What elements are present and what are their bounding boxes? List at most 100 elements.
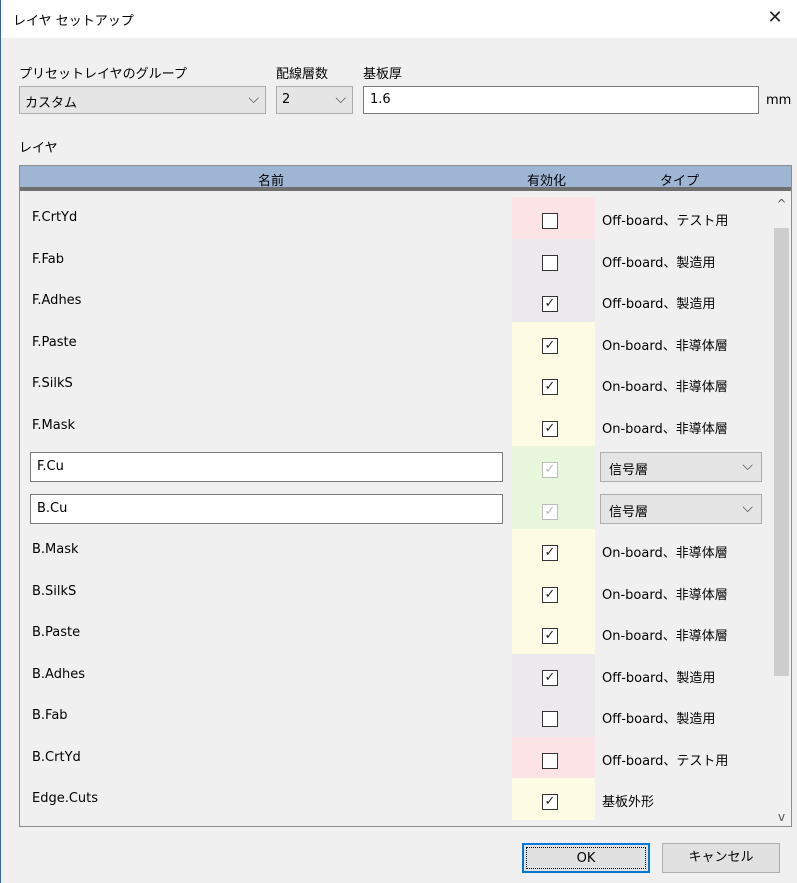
enabled-cell: ✓ <box>512 529 595 571</box>
checkbox-checked[interactable]: ✓ <box>542 379 558 395</box>
table-row[interactable]: F.CrtYd Off-board、テスト用 <box>20 197 770 239</box>
layer-name: B.Mask <box>32 542 79 557</box>
layer-type: Off-board、製造用 <box>602 255 716 271</box>
layer-name: F.Mask <box>32 417 76 433</box>
layer-type: 基板外形 <box>602 795 655 810</box>
check-icon: ✓ <box>544 545 556 560</box>
enabled-cell: ✓ <box>512 280 595 322</box>
check-icon: ✓ <box>544 794 556 809</box>
layer-setup-dialog: レイヤ セットアップ ✕ プリセットレイヤのグループ カスタム ⌵ 配線層数 2… <box>0 0 797 883</box>
layer-name-value: B.Cu <box>37 500 68 516</box>
enabled-cell: ✓ <box>512 570 595 613</box>
scroll-down-icon[interactable]: v <box>772 808 791 826</box>
layer-type: On-board、非導体層 <box>602 380 728 395</box>
chevron-down-icon: ⌵ <box>742 458 753 474</box>
layer-type-select[interactable]: 信号層 ⌵ <box>600 493 762 524</box>
enabled-cell: ✓ <box>512 612 595 654</box>
checkbox-unchecked[interactable] <box>542 752 558 769</box>
enabled-cell: ✓ <box>512 446 595 488</box>
layer-name-input[interactable]: F.Cu <box>30 452 503 482</box>
layer-name: B.CrtYd <box>32 749 81 765</box>
table-row[interactable]: Edge.Cuts ✓ 基板外形 <box>20 778 770 820</box>
table-row[interactable]: F.Fab Off-board、製造用 <box>20 238 770 281</box>
enabled-cell: ✓ <box>512 321 595 364</box>
checkbox-checked[interactable]: ✓ <box>542 794 558 810</box>
check-icon: ✓ <box>544 337 556 353</box>
layer-type: On-board、非導体層 <box>602 546 728 561</box>
layer-type: Off-board、製造用 <box>602 712 716 727</box>
preset-value: カスタム <box>25 96 78 111</box>
scroll-thumb[interactable] <box>774 228 789 676</box>
checkbox-checked[interactable]: ✓ <box>542 586 558 603</box>
window-title: レイヤ セットアップ <box>13 14 134 29</box>
header-type: タイプ <box>660 174 700 189</box>
table-header: 名前 有効化 タイプ <box>20 166 791 191</box>
checkbox-checked: ✓ <box>542 462 558 478</box>
table-row[interactable]: F.Adhes ✓ Off-board、製造用 <box>20 280 770 322</box>
table-row[interactable]: F.Paste ✓ On-board、非導体層 <box>20 321 770 364</box>
table-row[interactable]: B.Paste ✓ On-board、非導体層 <box>20 612 770 654</box>
layer-type-select[interactable]: 信号層 ⌵ <box>600 452 762 482</box>
layer-type: Off-board、テスト用 <box>602 214 729 229</box>
layers-table: 名前 有効化 タイプ F.CrtYd Off-board、テスト用 F.Fab Off… <box>19 165 792 827</box>
chevron-down-icon: ⌵ <box>248 91 259 107</box>
vertical-scrollbar[interactable]: ^ v <box>772 195 791 826</box>
preset-label: プリセットレイヤのグループ <box>19 67 187 82</box>
checkbox-checked[interactable]: ✓ <box>542 669 558 686</box>
preset-select[interactable]: カスタム ⌵ <box>19 86 266 114</box>
scroll-up-icon[interactable]: ^ <box>772 195 791 213</box>
check-icon: ✓ <box>544 420 556 436</box>
layer-type: Off-board、テスト用 <box>602 753 729 769</box>
layer-name: F.Fab <box>32 251 65 267</box>
layer-type-value: 信号層 <box>609 504 649 520</box>
copper-layers-select[interactable]: 2 ⌵ <box>276 86 353 114</box>
check-icon: ✓ <box>544 379 556 394</box>
thickness-unit: mm <box>766 93 792 108</box>
layer-name: B.Paste <box>32 625 81 640</box>
thickness-input[interactable]: 1.6 <box>363 86 759 114</box>
table-row[interactable]: B.Cu ✓ 信号層 ⌵ <box>20 487 770 530</box>
layer-type-value: 信号層 <box>609 463 649 478</box>
thickness-value: 1.6 <box>370 92 391 107</box>
enabled-cell <box>512 238 595 281</box>
checkbox-checked[interactable]: ✓ <box>542 628 558 644</box>
cancel-button[interactable]: キャンセル <box>662 843 780 873</box>
checkbox-unchecked[interactable] <box>542 711 558 727</box>
layer-name: F.Adhes <box>32 293 82 308</box>
table-row[interactable]: F.SilkS ✓ On-board、非導体層 <box>20 363 770 405</box>
layer-name-value: F.Cu <box>37 459 64 474</box>
checkbox-checked[interactable]: ✓ <box>542 545 558 561</box>
table-row[interactable]: B.Fab Off-board、製造用 <box>20 695 770 737</box>
checkbox-checked[interactable]: ✓ <box>542 420 558 437</box>
chevron-down-icon: ⌵ <box>742 499 753 516</box>
table-row[interactable]: B.SilkS ✓ On-board、非導体層 <box>20 570 770 613</box>
layer-name: B.SilkS <box>32 583 77 599</box>
check-icon: ✓ <box>544 503 556 519</box>
checkbox-unchecked[interactable] <box>542 254 558 271</box>
layer-type: On-board、非導体層 <box>602 338 728 354</box>
table-row[interactable]: F.Cu ✓ 信号層 ⌵ <box>20 446 770 488</box>
table-row[interactable]: B.Mask ✓ On-board、非導体層 <box>20 529 770 571</box>
checkbox-unchecked[interactable] <box>542 213 558 229</box>
table-row[interactable]: B.Adhes ✓ Off-board、製造用 <box>20 653 770 696</box>
layer-name-input[interactable]: B.Cu <box>30 493 503 524</box>
layer-name: F.CrtYd <box>32 210 78 225</box>
chevron-down-icon: ⌵ <box>335 91 346 107</box>
layer-name: F.SilkS <box>32 376 73 391</box>
enabled-cell <box>512 695 595 737</box>
checkbox-checked[interactable]: ✓ <box>542 337 558 354</box>
close-icon[interactable]: ✕ <box>752 0 797 38</box>
enabled-cell <box>512 197 595 239</box>
enabled-cell: ✓ <box>512 778 595 820</box>
layer-type: On-board、非導体層 <box>602 629 728 644</box>
check-icon: ✓ <box>544 628 556 643</box>
checkbox-checked[interactable]: ✓ <box>542 296 558 312</box>
layer-name: Edge.Cuts <box>32 791 99 806</box>
ok-button[interactable]: OK <box>522 843 650 873</box>
table-row[interactable]: F.Mask ✓ On-board、非導体層 <box>20 404 770 447</box>
checkbox-checked: ✓ <box>542 503 558 520</box>
copper-layers-label: 配線層数 <box>276 67 329 82</box>
check-icon: ✓ <box>544 462 556 477</box>
table-row[interactable]: B.CrtYd Off-board、テスト用 <box>20 736 770 779</box>
layer-type: Off-board、製造用 <box>602 297 716 312</box>
